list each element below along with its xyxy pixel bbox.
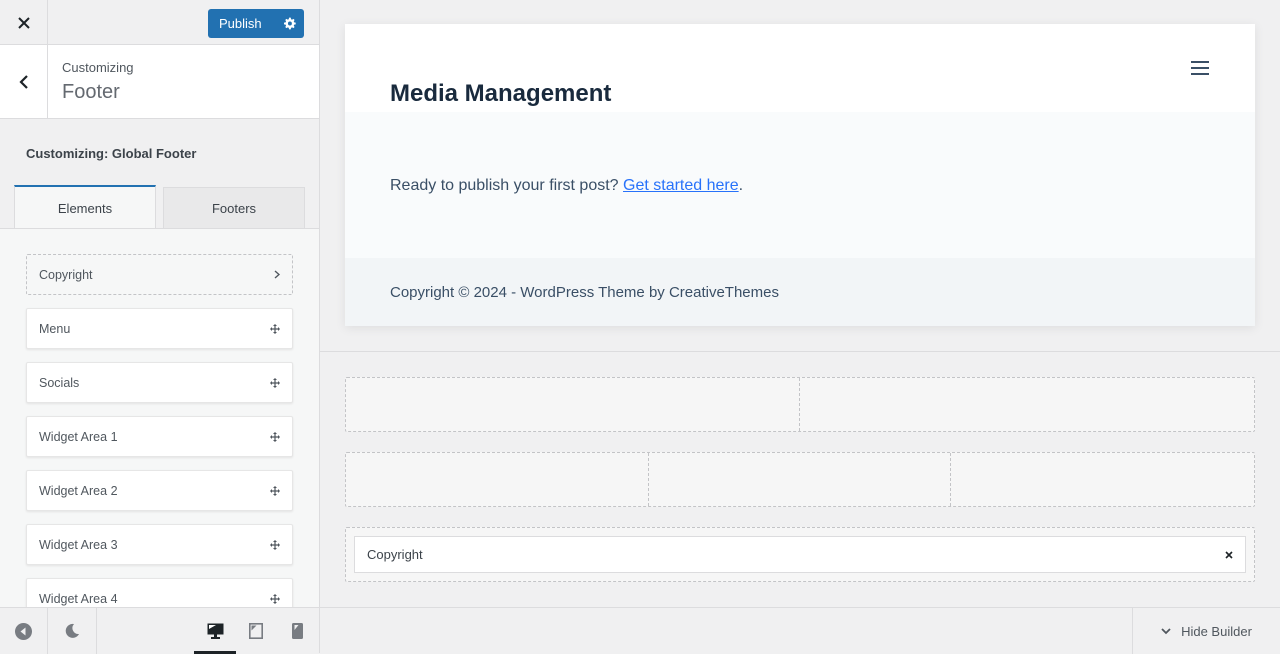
column-divider — [799, 378, 800, 431]
element-label: Copyright — [39, 267, 93, 282]
section-header: Customizing Footer — [0, 45, 319, 119]
device-desktop-button[interactable] — [194, 608, 236, 654]
moon-icon — [65, 623, 79, 638]
close-icon — [17, 16, 30, 29]
move-icon[interactable] — [270, 323, 280, 334]
column-divider — [950, 453, 951, 506]
hide-builder-label: Hide Builder — [1181, 623, 1252, 639]
publish-group: Publish — [208, 9, 304, 38]
element-item-widget-area-4[interactable]: Widget Area 4 — [26, 578, 293, 607]
hamburger-icon-line — [1191, 73, 1209, 75]
builder-item-copyright[interactable]: Copyright — [354, 536, 1246, 573]
move-icon[interactable] — [270, 377, 280, 388]
builder-row-bottom[interactable]: Copyright — [345, 527, 1255, 582]
tab-elements[interactable]: Elements — [14, 185, 156, 229]
site-title[interactable]: Media Management — [390, 80, 611, 108]
chevron-down-icon — [1161, 627, 1171, 634]
element-item-menu[interactable]: Menu — [26, 308, 293, 349]
site-footer: Copyright © 2024 - WordPress Theme by Cr… — [345, 258, 1255, 326]
element-label: Socials — [39, 375, 80, 390]
builder-footer: Hide Builder — [320, 607, 1280, 654]
content-area: Ready to publish your first post? Get st… — [345, 112, 1255, 258]
sidebar-footer — [0, 607, 319, 654]
customizer-topbar: Publish — [0, 0, 319, 45]
panel-tabs: Elements Footers — [14, 185, 305, 229]
publish-button[interactable]: Publish — [208, 16, 276, 31]
element-label: Menu — [39, 321, 71, 336]
section-title: Footer — [62, 81, 120, 103]
footer-copyright: Copyright © 2024 - WordPress Theme by Cr… — [390, 284, 779, 301]
back-button[interactable] — [0, 45, 48, 118]
element-label: Widget Area 1 — [39, 429, 118, 444]
element-label: Widget Area 3 — [39, 537, 118, 552]
element-item-widget-area-1[interactable]: Widget Area 1 — [26, 416, 293, 457]
builder-row-middle[interactable] — [345, 452, 1255, 507]
content-text: Ready to publish your first post? — [390, 177, 619, 194]
move-icon[interactable] — [270, 485, 280, 496]
chevron-right-icon — [274, 270, 280, 279]
dark-mode-toggle[interactable] — [48, 608, 97, 654]
collapse-sidebar-icon — [15, 622, 32, 640]
device-mobile-button[interactable] — [276, 608, 319, 654]
device-tablet-button[interactable] — [236, 608, 276, 654]
tablet-icon — [249, 623, 263, 639]
content-message: Ready to publish your first post? Get st… — [390, 177, 743, 195]
move-icon[interactable] — [270, 431, 280, 442]
chevron-left-icon — [18, 74, 28, 89]
hide-builder-button[interactable]: Hide Builder — [1132, 608, 1280, 654]
elements-list: Copyright Menu Socials Widget Area 1 Wid… — [0, 229, 319, 607]
tab-footers[interactable]: Footers — [163, 187, 305, 229]
customizer-sidebar: Publish Customizing Footer Customizing: … — [0, 0, 320, 654]
element-item-widget-area-2[interactable]: Widget Area 2 — [26, 470, 293, 511]
column-divider — [648, 453, 649, 506]
get-started-link[interactable]: Get started here — [623, 177, 739, 194]
builder-divider — [320, 351, 1280, 352]
breadcrumb: Customizing — [62, 60, 134, 75]
mobile-icon — [292, 623, 303, 639]
hamburger-icon — [1191, 61, 1209, 63]
gear-icon — [283, 17, 296, 30]
content-punct: . — [738, 177, 744, 194]
builder-item-label: Copyright — [367, 547, 423, 562]
element-label: Widget Area 4 — [39, 591, 118, 606]
move-icon[interactable] — [270, 539, 280, 550]
close-customizer-button[interactable] — [0, 0, 48, 45]
close-icon[interactable] — [1225, 550, 1233, 559]
panel-title: Customizing: Global Footer — [26, 146, 197, 161]
element-item-widget-area-3[interactable]: Widget Area 3 — [26, 524, 293, 565]
hamburger-icon-line — [1191, 67, 1209, 69]
element-label: Widget Area 2 — [39, 483, 118, 498]
element-item-socials[interactable]: Socials — [26, 362, 293, 403]
collapse-sidebar-button[interactable] — [0, 608, 48, 654]
publish-settings-button[interactable] — [276, 17, 304, 30]
desktop-icon — [207, 623, 223, 639]
builder-row-top[interactable] — [345, 377, 1255, 432]
site-preview: Media Management Ready to publish your f… — [345, 24, 1255, 326]
menu-toggle[interactable] — [1191, 61, 1209, 75]
element-item-copyright[interactable]: Copyright — [26, 254, 293, 295]
move-icon[interactable] — [270, 593, 280, 604]
